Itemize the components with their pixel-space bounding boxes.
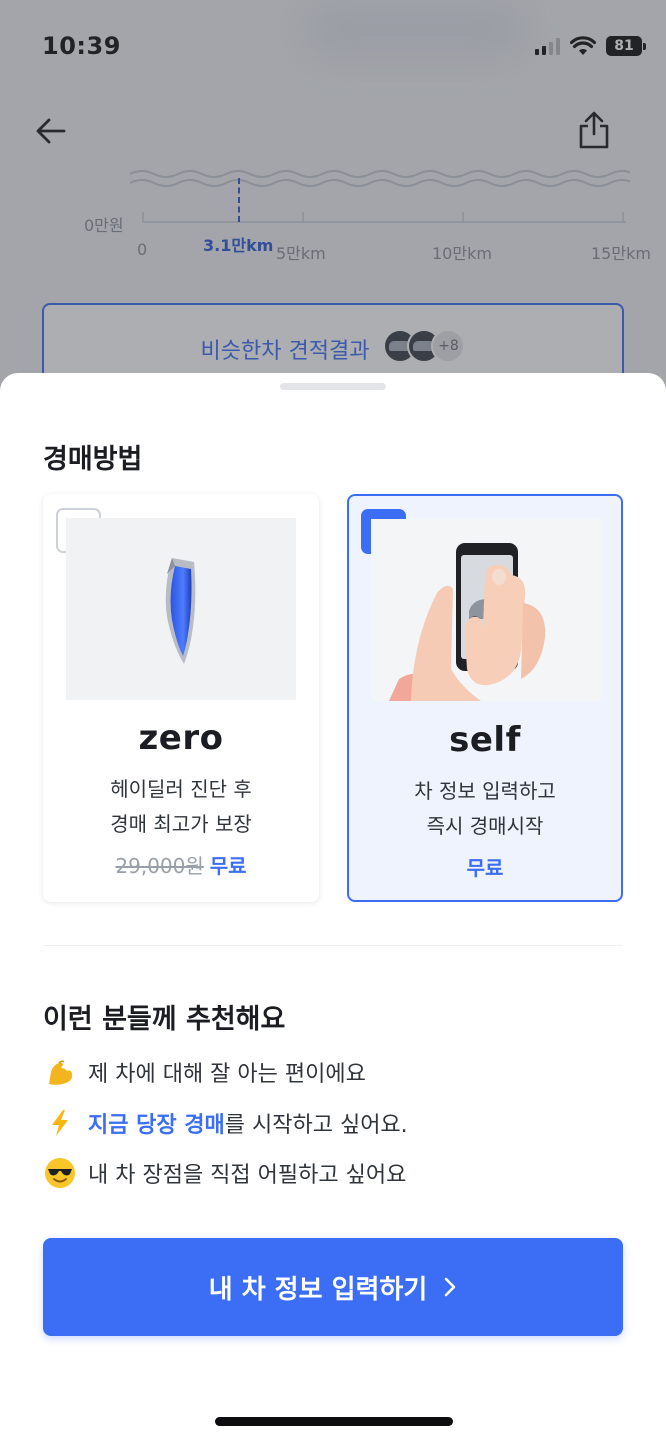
recommend-text-rest: 를 시작하고 싶어요. bbox=[224, 1112, 408, 1138]
cta-label: 내 차 정보 입력하기 bbox=[208, 1274, 428, 1305]
original-price: 29,000원 bbox=[115, 854, 204, 878]
enter-car-info-button[interactable]: 내 차 정보 입력하기 bbox=[43, 1238, 623, 1336]
option-desc: 차 정보 입력하고 bbox=[414, 779, 556, 803]
option-desc: 즉시 경매시작 bbox=[426, 814, 544, 838]
shield-image bbox=[66, 518, 296, 700]
flexed-biceps-icon bbox=[43, 1055, 76, 1088]
option-desc: 경매 최고가 보장 bbox=[110, 812, 252, 836]
sheet-title: 경매방법 bbox=[43, 444, 143, 475]
recommend-item: 지금 당장 경매를 시작하고 싶어요. bbox=[43, 1106, 408, 1139]
recommend-item: 내 차 장점을 직접 어필하고 싶어요 bbox=[43, 1156, 406, 1189]
home-indicator[interactable] bbox=[215, 1417, 453, 1426]
option-price: 29,000원 무료 bbox=[43, 850, 319, 879]
lightning-icon bbox=[43, 1106, 76, 1139]
option-name: self bbox=[449, 720, 521, 760]
recommend-text: 내 차 장점을 직접 어필하고 싶어요 bbox=[88, 1162, 407, 1188]
recommend-text: 지금 당장 경매를 시작하고 싶어요. bbox=[88, 1107, 408, 1139]
recommend-title: 이런 분들께 추천해요 bbox=[43, 1004, 286, 1035]
chevron-right-icon bbox=[444, 1277, 456, 1297]
free-price: 무료 bbox=[466, 856, 504, 880]
option-desc: 헤이딜러 진단 후 bbox=[110, 777, 252, 801]
hand-holding-phone-icon bbox=[389, 543, 546, 701]
sunglasses-face-icon bbox=[43, 1156, 76, 1189]
auction-method-sheet: 경매방법 zero 헤이딜러 진단 후 경매 최고가 보장 29,000원 무료… bbox=[0, 373, 666, 1440]
option-name: zero bbox=[138, 718, 224, 758]
shield-icon bbox=[165, 558, 196, 664]
sheet-grabber[interactable] bbox=[280, 383, 386, 390]
section-divider bbox=[43, 945, 623, 946]
recommend-text: 제 차에 대해 잘 아는 편이에요 bbox=[88, 1061, 366, 1087]
recommend-highlight: 지금 당장 경매 bbox=[88, 1112, 225, 1138]
recommend-item: 제 차에 대해 잘 아는 편이에요 bbox=[43, 1055, 366, 1088]
option-price: 무료 bbox=[349, 852, 621, 881]
free-price: 무료 bbox=[209, 854, 247, 878]
option-card-self[interactable]: self 차 정보 입력하고 즉시 경매시작 무료 bbox=[347, 494, 623, 902]
phone-hand-image bbox=[371, 519, 601, 701]
option-card-zero[interactable]: zero 헤이딜러 진단 후 경매 최고가 보장 29,000원 무료 bbox=[43, 494, 319, 902]
